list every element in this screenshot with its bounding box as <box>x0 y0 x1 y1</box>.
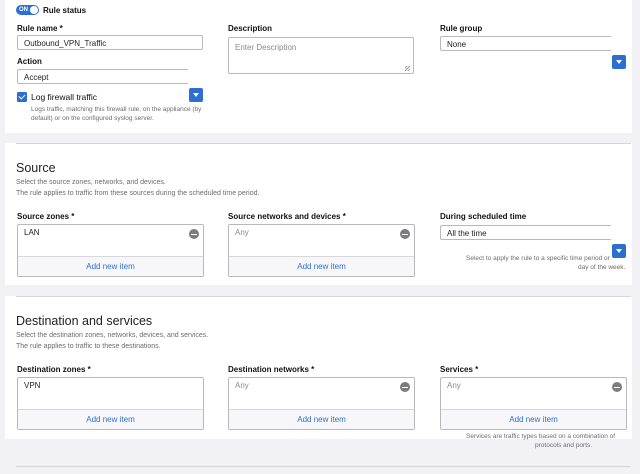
rule-group-dropdown-button[interactable] <box>612 55 626 69</box>
destination-title: Destination and services <box>16 314 153 328</box>
schedule-dropdown-button[interactable] <box>612 244 626 258</box>
destination-desc-line-2: The rule applies to traffic to these des… <box>16 343 161 350</box>
add-destination-network-button[interactable]: Add new item <box>229 409 414 429</box>
resize-grip-icon[interactable] <box>405 66 410 71</box>
log-help-line-2: default) or on the configured syslog ser… <box>31 115 154 122</box>
source-divider <box>16 143 631 144</box>
bottom-divider <box>16 466 631 467</box>
rule-group-label: Rule group <box>440 24 483 33</box>
remove-icon[interactable] <box>400 229 410 239</box>
remove-icon[interactable] <box>400 382 410 392</box>
source-zones-label: Source zones * <box>17 212 75 221</box>
add-source-network-button[interactable]: Add new item <box>229 256 414 276</box>
add-service-button[interactable]: Add new item <box>441 409 626 429</box>
destination-zones-list: VPN Add new item <box>17 377 204 430</box>
list-item: VPN <box>24 381 41 390</box>
list-item: LAN <box>24 228 40 237</box>
log-firewall-checkbox[interactable] <box>17 92 27 102</box>
destination-desc-line-1: Select the destination zones, networks, … <box>16 332 209 339</box>
source-desc-line-1: Select the source zones, networks, and d… <box>16 179 166 186</box>
toggle-knob <box>30 6 38 14</box>
rule-status-label: Rule status <box>43 6 87 15</box>
schedule-select[interactable]: All the time <box>440 225 611 240</box>
services-help-line-1: Services are traffic types based on a co… <box>466 433 616 440</box>
source-title: Source <box>16 161 56 175</box>
list-item: Any <box>235 228 249 237</box>
services-help-line-2: protocols and ports. <box>535 442 593 449</box>
description-textarea[interactable]: Enter Description <box>228 37 414 74</box>
rule-name-label: Rule name * <box>17 24 63 33</box>
rule-status-toggle[interactable]: ON <box>16 5 39 15</box>
schedule-help-line-2: day of the week. <box>578 264 626 271</box>
remove-icon[interactable] <box>189 229 199 239</box>
rule-name-input[interactable]: Outbound_VPN_Traffic <box>17 35 203 50</box>
action-select[interactable]: Accept <box>17 69 188 84</box>
source-desc-line-2: The rule applies to traffic from these s… <box>16 190 260 197</box>
log-help-line-1: Logs traffic, matching this firewall rul… <box>31 106 202 113</box>
remove-icon[interactable] <box>612 382 622 392</box>
destination-zones-label: Destination zones * <box>17 365 91 374</box>
source-networks-list: Any Add new item <box>228 224 415 277</box>
log-firewall-label: Log firewall traffic <box>31 92 97 102</box>
toggle-on-text: ON <box>19 6 28 13</box>
add-destination-zone-button[interactable]: Add new item <box>18 409 203 429</box>
action-label: Action <box>17 57 42 66</box>
add-source-zone-button[interactable]: Add new item <box>18 256 203 276</box>
description-label: Description <box>228 24 273 33</box>
rule-group-select[interactable]: None <box>440 36 611 51</box>
list-item: Any <box>447 381 461 390</box>
list-item: Any <box>235 381 249 390</box>
destination-networks-list: Any Add new item <box>228 377 415 430</box>
action-dropdown-button[interactable] <box>189 88 203 102</box>
destination-networks-label: Destination networks * <box>228 365 315 374</box>
source-networks-label: Source networks and devices * <box>228 212 346 221</box>
services-label: Services * <box>440 365 479 374</box>
schedule-label: During scheduled time <box>440 212 527 221</box>
schedule-help-line-1: Select to apply the rule to a specific t… <box>466 255 610 262</box>
source-zones-list: LAN Add new item <box>17 224 204 277</box>
destination-divider <box>16 296 631 297</box>
services-list: Any Add new item <box>440 377 627 430</box>
